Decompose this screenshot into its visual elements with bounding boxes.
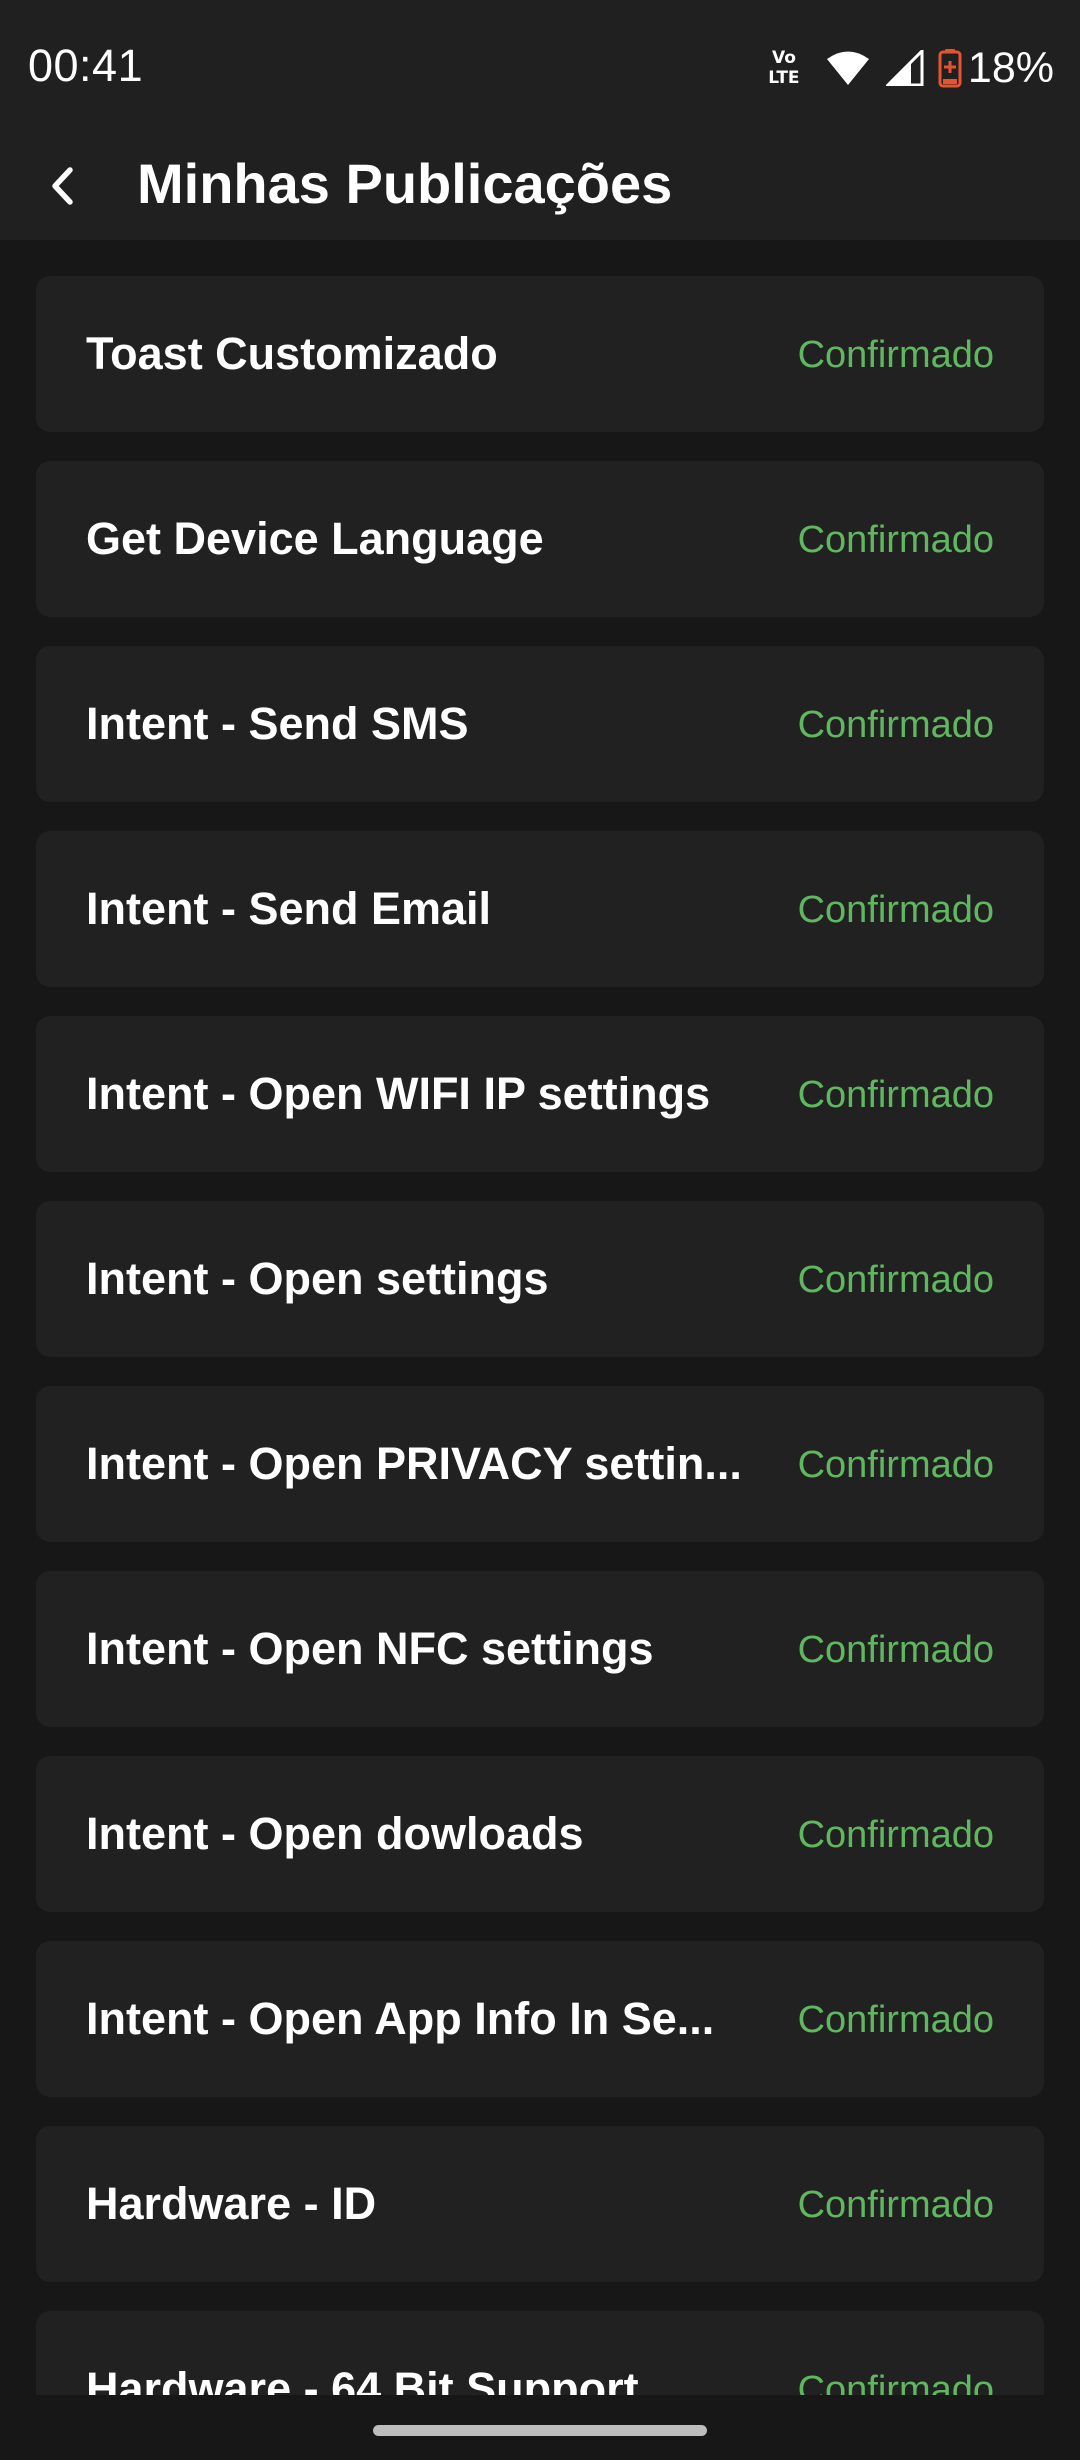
publication-item[interactable]: Intent - Open NFC settings Confirmado <box>36 1571 1044 1727</box>
wifi-icon <box>826 51 869 85</box>
page-title: Minhas Publicações <box>137 152 673 215</box>
back-button[interactable] <box>30 153 96 219</box>
publication-title: Hardware - 64 Bit Support <box>86 2363 639 2395</box>
publication-status: Confirmado <box>797 889 994 931</box>
publication-title: Intent - Open NFC settings <box>86 1623 654 1674</box>
cell-signal-icon <box>885 50 924 86</box>
publication-item[interactable]: Hardware - ID Confirmado <box>36 2126 1044 2282</box>
battery-percent: 18% <box>967 44 1054 92</box>
publication-item[interactable]: Toast Customizado Confirmado <box>36 276 1044 432</box>
publication-status: Confirmado <box>797 1629 994 1671</box>
status-icons: Vo LTE 18% <box>762 40 1054 96</box>
status-time: 00:41 <box>28 40 144 91</box>
publication-title: Hardware - ID <box>86 2178 377 2229</box>
publication-status: Confirmado <box>797 2184 994 2226</box>
publication-status: Confirmado <box>797 1259 994 1301</box>
publication-item[interactable]: Intent - Open dowloads Confirmado <box>36 1756 1044 1912</box>
publication-title: Intent - Open App Info In Se... <box>86 1993 715 2044</box>
publication-title: Intent - Open dowloads <box>86 1808 584 1859</box>
volte-label: Vo <box>771 48 796 68</box>
publication-title: Toast Customizado <box>86 328 498 379</box>
publication-status: Confirmado <box>797 1074 994 1116</box>
top-app-bar: Minhas Publicações <box>0 135 1080 240</box>
battery-saver-icon <box>938 49 962 88</box>
status-bar: 00:41 Vo LTE 18% <box>0 0 1080 135</box>
publication-item[interactable]: Hardware - 64 Bit Support Confirmado <box>36 2311 1044 2395</box>
publication-status: Confirmado <box>797 2369 994 2395</box>
volte-icon: Vo LTE <box>762 43 806 93</box>
publication-status: Confirmado <box>797 1999 994 2041</box>
publication-item[interactable]: Intent - Open settings Confirmado <box>36 1201 1044 1357</box>
publication-status: Confirmado <box>797 1444 994 1486</box>
publication-title: Get Device Language <box>86 513 544 564</box>
chevron-left-icon <box>52 167 73 205</box>
publication-status: Confirmado <box>797 1814 994 1856</box>
publication-status: Confirmado <box>797 704 994 746</box>
publication-title: Intent - Open settings <box>86 1253 549 1304</box>
publication-item[interactable]: Get Device Language Confirmado <box>36 461 1044 617</box>
publication-title: Intent - Open PRIVACY settin... <box>86 1438 742 1489</box>
publication-item[interactable]: Intent - Open WIFI IP settings Confirmad… <box>36 1016 1044 1172</box>
home-handle[interactable] <box>373 2425 707 2436</box>
publication-title: Intent - Send Email <box>86 883 492 934</box>
publication-status: Confirmado <box>797 519 994 561</box>
publications-list[interactable]: Toast Customizado Confirmado Get Device … <box>0 240 1080 2395</box>
gesture-nav-bar <box>0 2395 1080 2460</box>
lte-label: LTE <box>768 68 800 88</box>
publication-title: Intent - Open WIFI IP settings <box>86 1068 711 1119</box>
publication-item[interactable]: Intent - Send Email Confirmado <box>36 831 1044 987</box>
publication-item[interactable]: Intent - Open App Info In Se... Confirma… <box>36 1941 1044 2097</box>
publication-item[interactable]: Intent - Send SMS Confirmado <box>36 646 1044 802</box>
publication-status: Confirmado <box>797 334 994 376</box>
publication-item[interactable]: Intent - Open PRIVACY settin... Confirma… <box>36 1386 1044 1542</box>
publication-title: Intent - Send SMS <box>86 698 469 749</box>
